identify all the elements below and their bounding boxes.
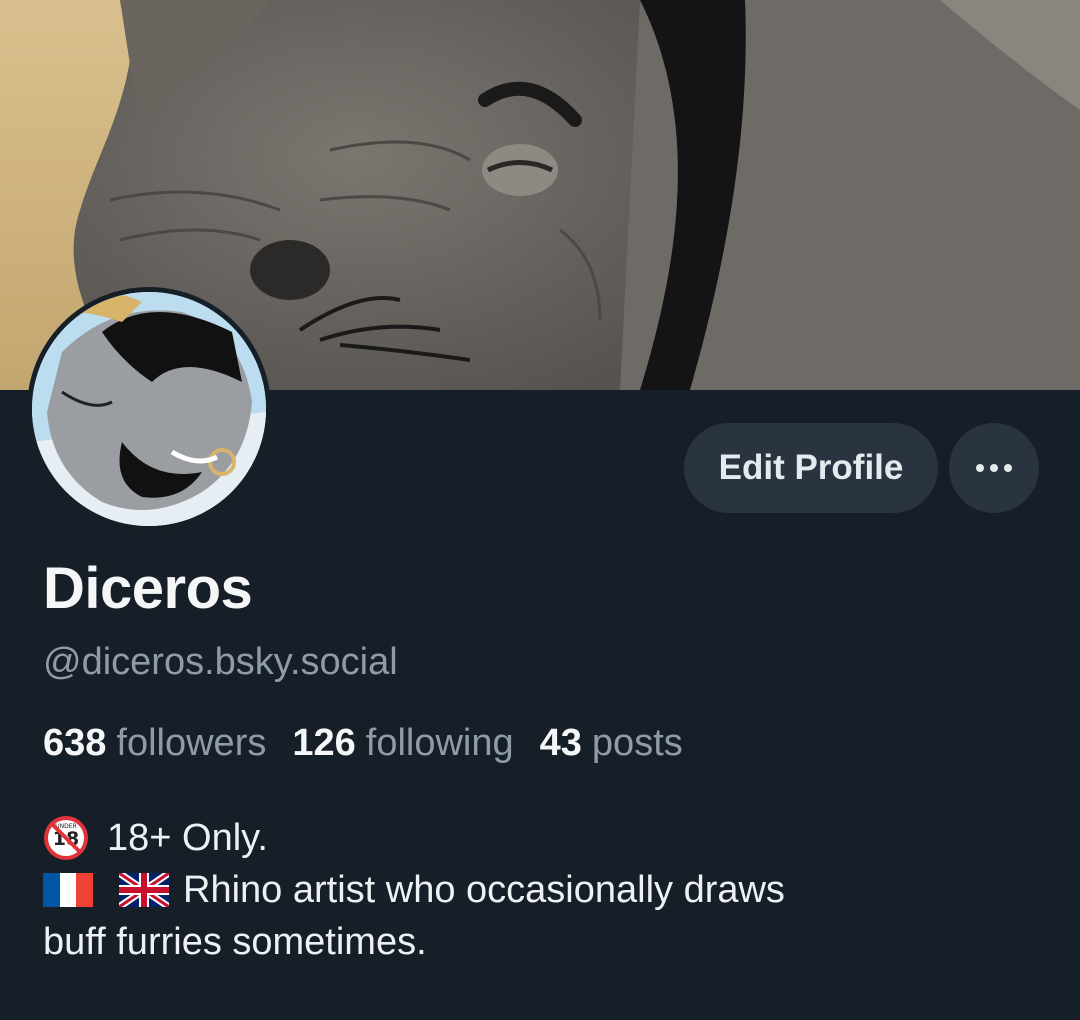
- followers-stat[interactable]: 638 followers: [43, 722, 292, 765]
- more-options-button[interactable]: [949, 423, 1039, 513]
- profile-stats: 638 followers 126 following 43 posts: [43, 722, 709, 765]
- ellipsis-icon-dot-2: [990, 464, 998, 472]
- edit-profile-button[interactable]: Edit Profile: [684, 423, 938, 513]
- following-label: following: [365, 722, 514, 764]
- france-flag-icon: [43, 873, 93, 907]
- avatar-image: [32, 292, 266, 526]
- bio-line-2: Rhino artist who occasionally draws: [43, 864, 1043, 916]
- profile-handle: @diceros.bsky.social: [43, 641, 398, 683]
- followers-label: followers: [116, 722, 267, 764]
- followers-count: 638: [43, 722, 107, 764]
- ellipsis-icon: [976, 464, 984, 472]
- following-count: 126: [292, 722, 356, 764]
- bio-line-3-text: buff furries sometimes.: [43, 921, 427, 963]
- profile-display-name: Diceros: [43, 556, 253, 621]
- bio-line-3: buff furries sometimes.: [43, 916, 1043, 968]
- ellipsis-icon-dot-3: [1004, 464, 1012, 472]
- bio-line-1: 18 UNDER 18+ Only.: [43, 812, 1043, 864]
- profile-bio: 18 UNDER 18+ Only. Rhino artist who occa…: [43, 812, 1043, 968]
- posts-label: posts: [591, 722, 683, 764]
- uk-flag-icon: [119, 873, 169, 907]
- posts-stat: 43 posts: [540, 722, 709, 765]
- posts-count: 43: [539, 722, 582, 764]
- following-stat[interactable]: 126 following: [292, 722, 539, 765]
- under-18-prohibited-icon: 18 UNDER: [44, 816, 88, 860]
- bio-line-2-text: Rhino artist who occasionally draws: [183, 869, 785, 911]
- profile-avatar[interactable]: [27, 287, 271, 531]
- bio-line-1-text: 18+ Only.: [107, 817, 268, 859]
